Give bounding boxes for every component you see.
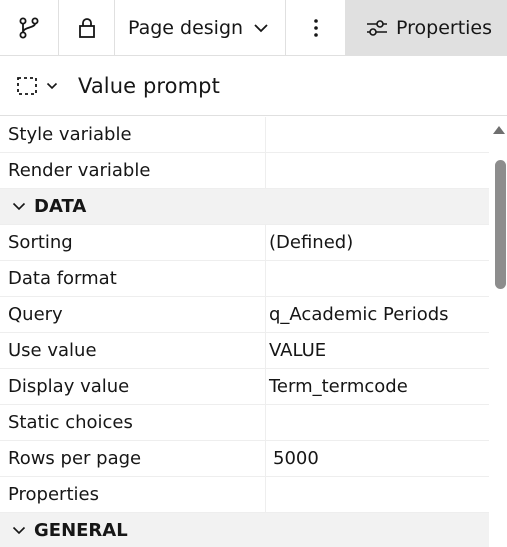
vertical-scrollbar[interactable] xyxy=(489,117,507,547)
chevron-down-icon xyxy=(12,526,26,535)
property-name: Display value xyxy=(0,369,266,404)
property-value[interactable]: Term_termcode xyxy=(266,369,489,404)
property-row-query[interactable]: Query q_Academic Periods xyxy=(0,297,489,333)
property-value[interactable]: (Defined) xyxy=(266,225,489,260)
overflow-menu-icon xyxy=(313,18,318,37)
property-name: Style variable xyxy=(0,117,266,152)
property-row-static-choices[interactable]: Static choices xyxy=(0,405,489,441)
select-ancestor-dropdown[interactable] xyxy=(16,76,58,96)
chevron-down-icon xyxy=(12,202,26,211)
scroll-up-arrow-icon[interactable] xyxy=(493,126,505,134)
property-value[interactable]: 5000 xyxy=(266,441,489,476)
marquee-select-icon xyxy=(17,76,37,95)
properties-tab[interactable]: Properties xyxy=(346,0,507,55)
properties-label: Properties xyxy=(396,16,493,39)
property-name: Query xyxy=(0,297,266,332)
property-row-render-variable[interactable]: Render variable xyxy=(0,153,489,189)
property-row-use-value[interactable]: Use value VALUE xyxy=(0,333,489,369)
section-header-general[interactable]: GENERAL xyxy=(0,513,489,547)
property-value[interactable]: VALUE xyxy=(266,333,489,368)
section-header-data[interactable]: DATA xyxy=(0,189,489,225)
property-row-style-variable[interactable]: Style variable xyxy=(0,117,489,153)
property-name: Rows per page xyxy=(0,441,266,476)
property-grid: Style variable Render variable DATA Sort… xyxy=(0,117,489,547)
toolbar: Page design Properties xyxy=(0,0,507,56)
property-name: Data format xyxy=(0,261,266,296)
property-value[interactable] xyxy=(266,405,489,440)
section-title: DATA xyxy=(34,196,87,217)
property-name: Use value xyxy=(0,333,266,368)
property-name: Render variable xyxy=(0,153,266,188)
chevron-down-icon xyxy=(46,82,58,89)
property-name: Static choices xyxy=(0,405,266,440)
branch-icon xyxy=(19,17,39,38)
page-design-label: Page design xyxy=(128,16,244,39)
section-title: GENERAL xyxy=(34,520,128,541)
property-value[interactable]: q_Academic Periods xyxy=(266,297,489,332)
property-value[interactable] xyxy=(266,153,489,188)
panel-header: Value prompt xyxy=(0,56,507,116)
property-name: Sorting xyxy=(0,225,266,260)
property-value[interactable] xyxy=(266,477,489,512)
branch-button[interactable] xyxy=(0,0,59,55)
property-row-properties[interactable]: Properties xyxy=(0,477,489,513)
lock-button[interactable] xyxy=(59,0,115,55)
overflow-menu-button[interactable] xyxy=(286,0,346,55)
property-row-sorting[interactable]: Sorting (Defined) xyxy=(0,225,489,261)
property-value[interactable] xyxy=(266,117,489,152)
chevron-down-icon xyxy=(254,23,268,32)
page-design-dropdown[interactable]: Page design xyxy=(115,0,286,55)
scrollbar-thumb[interactable] xyxy=(495,160,506,289)
settings-adjust-icon xyxy=(367,19,387,36)
property-name: Properties xyxy=(0,477,266,512)
property-row-data-format[interactable]: Data format xyxy=(0,261,489,297)
lock-icon xyxy=(78,17,95,38)
property-row-rows-per-page[interactable]: Rows per page 5000 xyxy=(0,441,489,477)
property-row-display-value[interactable]: Display value Term_termcode xyxy=(0,369,489,405)
panel-title: Value prompt xyxy=(78,73,220,98)
property-value[interactable] xyxy=(266,261,489,296)
